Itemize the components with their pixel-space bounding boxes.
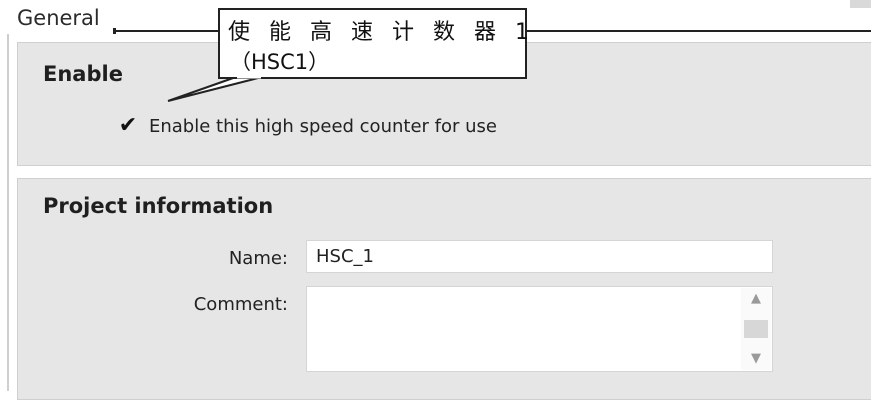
annotation-text-line2: （HSC1） xyxy=(230,50,330,74)
callout-pointer-cover xyxy=(237,75,261,79)
annotation-text-line1: 使 能 高 速 计 数 器 1 xyxy=(228,20,535,45)
